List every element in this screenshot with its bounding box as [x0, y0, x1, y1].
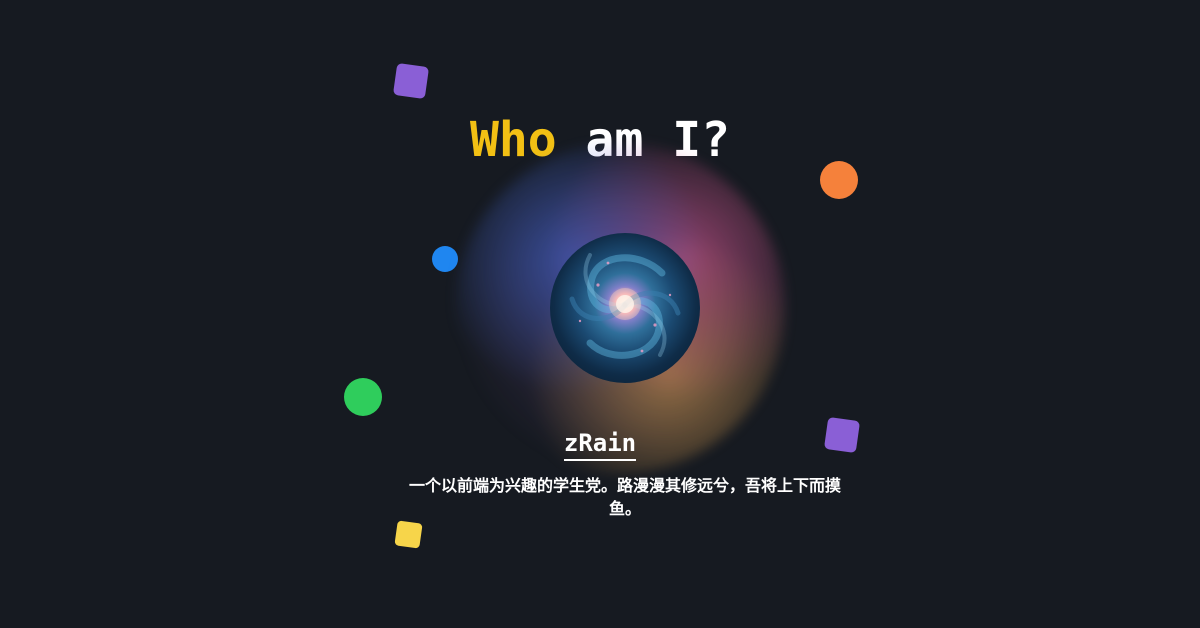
galaxy-icon	[569, 253, 681, 359]
profile-bio: 一个以前端为兴趣的学生党。路漫漫其修远兮，吾将上下而摸鱼。	[408, 476, 841, 518]
profile-name: zRain	[0, 428, 1200, 461]
about-page: Who am I? zRain 一个以前端为兴趣的学生党。路漫漫其修远兮，吾将上…	[0, 0, 1200, 628]
yellow-square-decoration	[394, 520, 423, 549]
profile-name-text: zRain	[563, 428, 637, 461]
blue-circle-decoration	[432, 246, 458, 272]
title-highlight: Who	[469, 112, 557, 168]
green-circle-decoration	[344, 378, 382, 416]
purple-square-decoration	[392, 62, 430, 100]
galaxy-avatar	[550, 233, 700, 383]
